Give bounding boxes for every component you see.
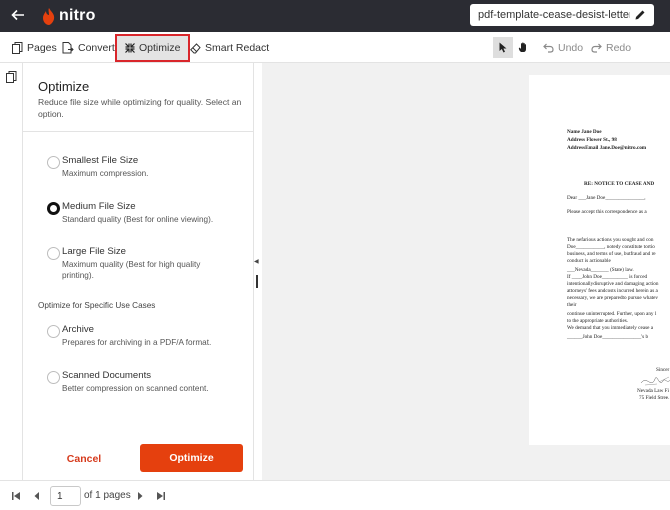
eraser-icon (190, 42, 201, 53)
doc-line: Dear ___Jane Doe_______________, (567, 195, 646, 201)
doc-line: their (567, 302, 577, 308)
doc-line: business, and terms of use, butfraud and… (567, 251, 656, 257)
first-page-icon (12, 492, 20, 500)
option-label: Large File Size (62, 246, 126, 257)
section-label: Optimize for Specific Use Cases (38, 301, 156, 310)
doc-line: intentionallydisruptive and damaging act… (567, 281, 659, 287)
document-viewer[interactable]: Name Jane Doe Address Flower St., 98 Add… (262, 63, 670, 480)
doc-line: ___Nevada_______ (State) law. (567, 267, 634, 273)
pencil-icon[interactable] (634, 9, 646, 21)
redo-icon (591, 43, 602, 53)
convert-label: Convert (78, 42, 115, 54)
last-page-icon (157, 492, 165, 500)
option-label: Smallest File Size (62, 155, 139, 166)
pdf-page: Name Jane Doe Address Flower St., 98 Add… (529, 75, 670, 445)
page-thumbnails-icon[interactable] (6, 71, 17, 83)
signature-scribble (640, 376, 670, 386)
doc-line: If ____John Doe__________ is forced (567, 274, 648, 280)
doc-line: AddressEmail Jane.Doe@nitro.com (567, 145, 647, 151)
option-sub: Standard quality (Best for online viewin… (62, 215, 214, 224)
previous-page-icon (34, 492, 39, 500)
convert-icon (62, 42, 74, 54)
first-page-button[interactable] (10, 490, 22, 502)
undo-button[interactable]: Undo (543, 39, 583, 57)
doc-line: Please accept this correspondence as a (567, 209, 647, 215)
panel-description: Reduce file size while optimizing for qu… (38, 97, 242, 119)
select-cursor-button[interactable] (493, 37, 513, 58)
optimize-button[interactable]: Optimize (140, 444, 243, 472)
pages-button[interactable]: Pages (12, 39, 57, 57)
title-bar: nitro pdf-template-cease-desist-letter.p… (0, 0, 670, 32)
optimize-tab-label: Optimize (139, 42, 181, 54)
option-label: Archive (62, 324, 94, 335)
logo-text: nitro (59, 7, 96, 24)
radio-smallest[interactable] (47, 156, 60, 169)
collapse-panel-icon[interactable]: ◀ (254, 258, 259, 265)
filename-text: pdf-template-cease-desist-letter.pdf (478, 9, 630, 21)
radio-scanned[interactable] (47, 371, 60, 384)
optimize-icon (125, 43, 135, 53)
main-toolbar: Pages Convert Optimize Smart Redact Undo… (0, 32, 670, 63)
convert-button[interactable]: Convert (62, 39, 115, 57)
undo-label: Undo (558, 42, 584, 54)
cancel-button[interactable]: Cancel (48, 446, 120, 472)
doc-line: conduct is actionable (567, 258, 611, 264)
option-label: Scanned Documents (62, 370, 152, 381)
doc-line: attorneys' fees andcosts incurred herein… (567, 288, 658, 294)
option-sub: Maximum compression. (62, 169, 149, 178)
pages-label: Pages (27, 42, 57, 54)
hand-icon (518, 42, 526, 52)
next-page-icon (138, 492, 143, 500)
pages-icon (12, 42, 23, 54)
option-sub: Better compression on scanned content. (62, 384, 209, 393)
doc-line: 75 Field Stree. (639, 395, 670, 401)
panel-title: Optimize (38, 79, 90, 94)
doc-line: necessary, we are preparedto pursue what… (567, 295, 658, 301)
doc-line: to the appropriate authorities. (567, 318, 629, 324)
redo-label: Redo (606, 42, 632, 54)
page-count-label: of 1 pages (84, 490, 131, 501)
smart-redact-label: Smart Redact (205, 42, 270, 54)
option-sub: Maximum quality (Best for high quality p… (62, 260, 201, 280)
option-label: Medium File Size (62, 201, 136, 212)
last-page-button[interactable] (155, 490, 167, 502)
back-arrow-icon[interactable] (10, 7, 28, 25)
doc-line: continue uninterrupted. Further, upon an… (567, 311, 657, 317)
optimize-tab-button[interactable]: Optimize (114, 34, 191, 62)
redo-button[interactable]: Redo (591, 39, 631, 57)
doc-line: Doe___________, notedy constitute tortio (567, 244, 655, 250)
cursor-icon (499, 42, 506, 53)
panel-resize-handle[interactable] (256, 275, 258, 288)
radio-archive[interactable] (47, 325, 60, 338)
divider (23, 131, 254, 132)
filename-field[interactable]: pdf-template-cease-desist-letter.pdf (470, 4, 654, 26)
doc-line: Name Jane Doe (567, 129, 602, 135)
hand-tool-button[interactable] (513, 37, 533, 58)
left-rail (0, 63, 23, 480)
undo-icon (543, 43, 554, 53)
nitro-logo: nitro (42, 6, 96, 26)
smart-redact-button[interactable]: Smart Redact (190, 39, 269, 57)
page-number-input[interactable] (50, 486, 81, 506)
optimize-panel: Optimize Reduce file size while optimizi… (23, 63, 254, 480)
nitro-flame-icon (43, 7, 55, 25)
radio-large[interactable] (47, 247, 60, 260)
pagination-bar: of 1 pages (0, 480, 670, 510)
doc-line: We demand that you immediately cease a (567, 325, 654, 331)
option-sub: Prepares for archiving in a PDF/A format… (62, 338, 212, 347)
doc-line: Address Flower St., 98 (567, 137, 617, 143)
radio-medium[interactable] (47, 202, 60, 215)
doc-line: RE: NOTICE TO CEASE AND (584, 181, 655, 187)
previous-page-button[interactable] (31, 490, 43, 502)
doc-line: The nefarious actions you sought and con (567, 237, 654, 243)
next-page-button[interactable] (134, 490, 146, 502)
doc-line: ______John Doe_______________'s b (567, 334, 649, 340)
pointer-tools (493, 37, 533, 58)
